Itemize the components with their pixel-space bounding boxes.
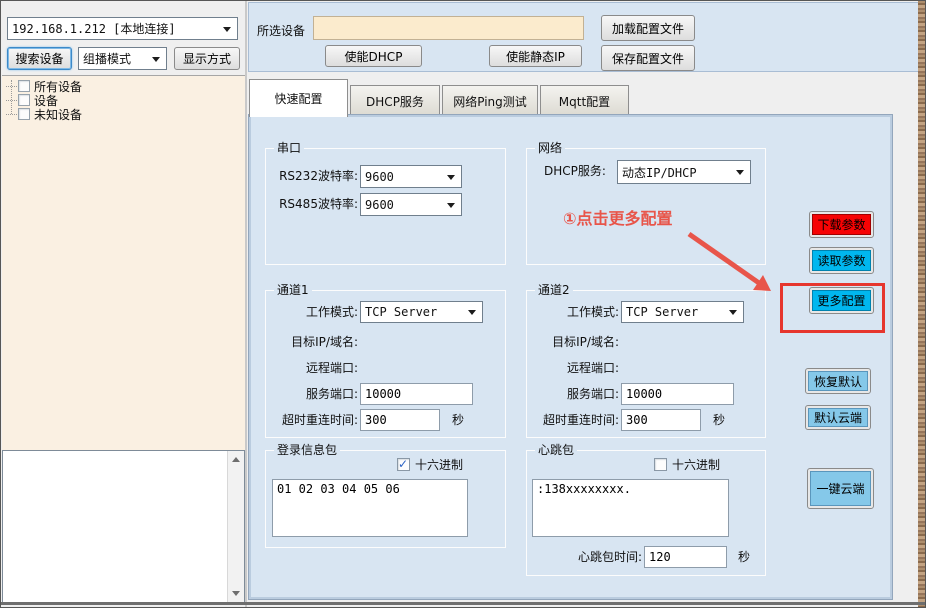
tab-network-ping[interactable]: 网络Ping测试 bbox=[442, 85, 538, 117]
load-config-button[interactable]: 加载配置文件 bbox=[601, 15, 695, 41]
channel1-group-title: 通道1 bbox=[274, 283, 312, 297]
dhcp-service-combobox[interactable]: 动态IP/DHCP bbox=[617, 160, 751, 184]
login-packet-group: 登录信息包 十六进制 01 02 03 04 05 06 bbox=[265, 450, 506, 548]
serial-group: 串口 RS232波特率: 9600 RS485波特率: 9600 bbox=[265, 148, 506, 265]
heartbeat-hex-label: 十六进制 bbox=[672, 458, 720, 472]
channel2-group-title: 通道2 bbox=[535, 283, 573, 297]
log-listbox[interactable] bbox=[2, 450, 245, 603]
chevron-down-icon bbox=[736, 170, 744, 179]
seconds-label: 秒 bbox=[713, 413, 725, 427]
heartbeat-hex-checkbox[interactable] bbox=[654, 458, 667, 471]
network-group-title: 网络 bbox=[535, 141, 565, 155]
rs485-baud-value: 9600 bbox=[361, 198, 447, 212]
selected-device-label: 所选设备 bbox=[257, 24, 305, 38]
app-window: 192.168.1.212 [本地连接] 搜索设备 组播模式 显示方式 所有设备… bbox=[0, 0, 926, 608]
server-port-label: 服务端口: bbox=[529, 387, 619, 401]
channel2-work-mode-combobox[interactable]: TCP Server bbox=[621, 301, 744, 323]
download-params-button[interactable]: 下载参数 bbox=[809, 211, 874, 238]
tree-checkbox[interactable] bbox=[18, 108, 30, 120]
chevron-down-icon bbox=[729, 310, 737, 319]
target-ip-label: 目标IP/域名: bbox=[268, 335, 358, 349]
channel1-group: 通道1 工作模式: TCP Server 目标IP/域名: 远程端口: 服务端口… bbox=[265, 290, 506, 438]
broadcast-mode-combobox[interactable]: 组播模式 bbox=[78, 47, 167, 70]
dhcp-service-value: 动态IP/DHCP bbox=[618, 164, 736, 181]
server-port-label: 服务端口: bbox=[268, 387, 358, 401]
remote-port-label: 远程端口: bbox=[268, 361, 358, 375]
serial-group-title: 串口 bbox=[274, 141, 304, 155]
channel2-server-port-input[interactable] bbox=[621, 383, 734, 405]
annotation-highlight-rect bbox=[780, 283, 885, 333]
heartbeat-time-input[interactable] bbox=[644, 546, 727, 568]
target-ip-label: 目标IP/域名: bbox=[529, 335, 619, 349]
seconds-label: 秒 bbox=[738, 550, 750, 564]
tree-checkbox[interactable] bbox=[18, 94, 30, 106]
chevron-down-icon bbox=[223, 27, 231, 36]
enable-static-ip-button[interactable]: 使能静态IP bbox=[489, 45, 582, 67]
login-packet-group-title: 登录信息包 bbox=[274, 443, 340, 457]
arrow-down-icon bbox=[232, 591, 240, 600]
selected-device-panel: 所选设备 加载配置文件 使能DHCP 使能静态IP 保存配置文件 bbox=[248, 2, 920, 72]
rs232-baud-value: 9600 bbox=[361, 170, 447, 184]
scroll-down-button[interactable] bbox=[228, 586, 244, 602]
save-config-button[interactable]: 保存配置文件 bbox=[601, 45, 695, 71]
search-device-button[interactable]: 搜索设备 bbox=[7, 47, 72, 70]
channel1-server-port-input[interactable] bbox=[360, 383, 473, 405]
login-packet-textarea[interactable]: 01 02 03 04 05 06 bbox=[272, 479, 468, 537]
tree-checkbox[interactable] bbox=[18, 80, 30, 92]
seconds-label: 秒 bbox=[452, 413, 464, 427]
chevron-down-icon bbox=[447, 175, 455, 184]
default-cloud-button[interactable]: 默认云端 bbox=[805, 405, 871, 430]
window-bottom-edge bbox=[1, 602, 926, 605]
local-ip-combobox[interactable]: 192.168.1.212 [本地连接] bbox=[7, 17, 238, 40]
heartbeat-group: 心跳包 十六进制 :138xxxxxxxx. 心跳包时间: 秒 bbox=[526, 450, 766, 576]
rs485-baud-combobox[interactable]: 9600 bbox=[360, 193, 462, 216]
tab-dhcp-service[interactable]: DHCP服务 bbox=[350, 85, 440, 117]
channel1-work-mode-combobox[interactable]: TCP Server bbox=[360, 301, 483, 323]
selected-device-input[interactable] bbox=[313, 16, 584, 40]
tab-mqtt-config[interactable]: Mqtt配置 bbox=[540, 85, 629, 117]
rs485-baud-label: RS485波特率: bbox=[270, 197, 358, 211]
work-mode-label: 工作模式: bbox=[529, 305, 619, 319]
chevron-down-icon bbox=[468, 310, 476, 319]
dhcp-service-label: DHCP服务: bbox=[544, 164, 606, 178]
timeout-label: 超时重连时间: bbox=[529, 413, 619, 427]
device-tree-panel: 所有设备 设备 未知设备 bbox=[2, 75, 245, 450]
heartbeat-group-title: 心跳包 bbox=[535, 443, 577, 457]
tree-item-unknown-devices[interactable]: 未知设备 bbox=[6, 107, 82, 121]
channel2-timeout-input[interactable] bbox=[621, 409, 701, 431]
remote-port-label: 远程端口: bbox=[529, 361, 619, 375]
desktop-edge-texture bbox=[918, 1, 925, 608]
channel1-timeout-input[interactable] bbox=[360, 409, 440, 431]
rs232-baud-combobox[interactable]: 9600 bbox=[360, 165, 462, 188]
display-mode-button[interactable]: 显示方式 bbox=[174, 47, 240, 70]
work-mode-label: 工作模式: bbox=[268, 305, 358, 319]
tree-item-label: 未知设备 bbox=[34, 106, 82, 123]
arrow-up-icon bbox=[232, 453, 240, 462]
annotation-step-text: ①点击更多配置 bbox=[563, 205, 673, 229]
enable-dhcp-button[interactable]: 使能DHCP bbox=[325, 45, 422, 67]
read-params-button[interactable]: 读取参数 bbox=[809, 247, 874, 274]
broadcast-mode-value: 组播模式 bbox=[79, 50, 152, 67]
login-hex-label: 十六进制 bbox=[415, 458, 463, 472]
timeout-label: 超时重连时间: bbox=[268, 413, 358, 427]
work-mode-value: TCP Server bbox=[361, 305, 468, 319]
local-ip-value: 192.168.1.212 [本地连接] bbox=[8, 20, 223, 37]
chevron-down-icon bbox=[447, 203, 455, 212]
work-mode-value: TCP Server bbox=[622, 305, 729, 319]
heartbeat-time-label: 心跳包时间: bbox=[552, 550, 642, 564]
scroll-up-button[interactable] bbox=[228, 451, 244, 467]
heartbeat-textarea[interactable]: :138xxxxxxxx. bbox=[532, 479, 729, 537]
log-scrollbar[interactable] bbox=[227, 451, 244, 602]
quick-config-page: 串口 RS232波特率: 9600 RS485波特率: 9600 网络 DHCP… bbox=[249, 115, 892, 599]
login-hex-checkbox[interactable] bbox=[397, 458, 410, 471]
rs232-baud-label: RS232波特率: bbox=[270, 169, 358, 183]
tab-quick-config[interactable]: 快速配置 bbox=[249, 79, 348, 117]
one-key-cloud-button[interactable]: 一键云端 bbox=[807, 468, 874, 509]
restore-default-button[interactable]: 恢复默认 bbox=[805, 368, 871, 394]
panel-divider bbox=[245, 1, 247, 608]
chevron-down-icon bbox=[152, 57, 160, 66]
channel2-group: 通道2 工作模式: TCP Server 目标IP/域名: 远程端口: 服务端口… bbox=[526, 290, 766, 438]
